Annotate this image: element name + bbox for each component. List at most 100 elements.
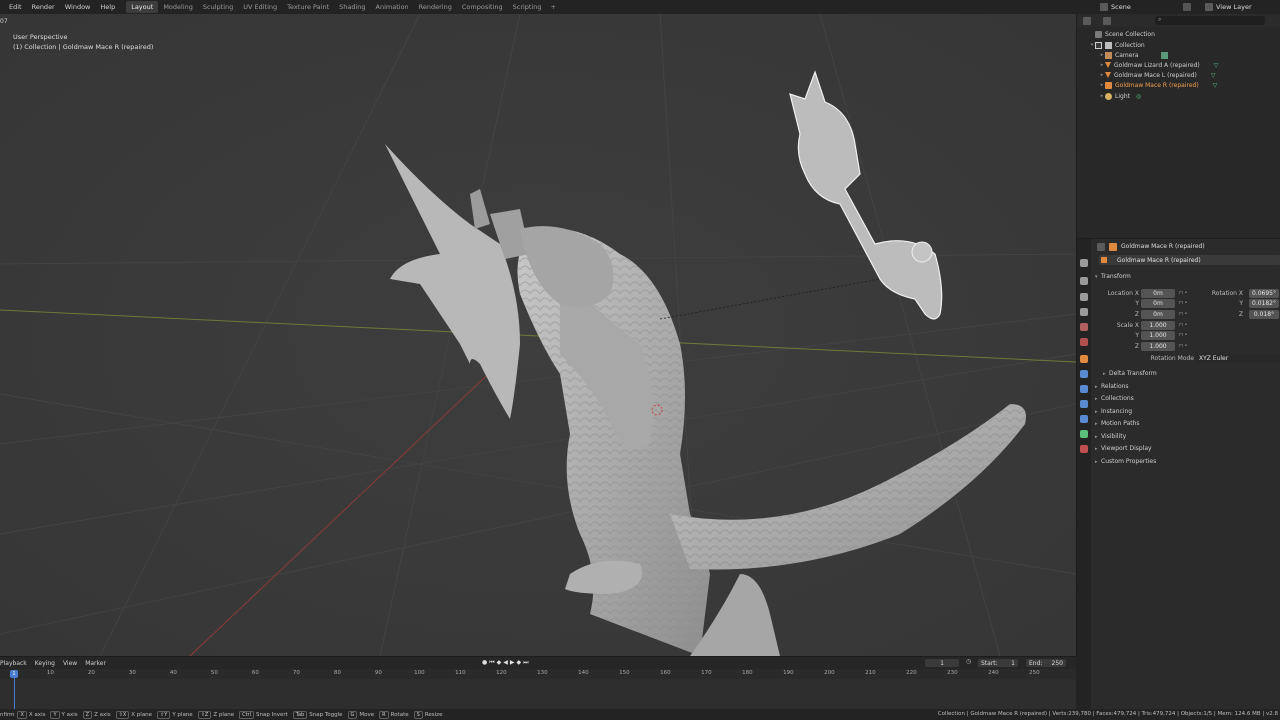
properties-header: Goldmaw Mace R (repaired)	[1097, 241, 1205, 252]
tab-compositing[interactable]: Compositing	[457, 1, 508, 13]
editor-type-icon[interactable]	[1097, 242, 1105, 251]
constraints-tab-icon[interactable]	[1080, 415, 1088, 423]
rotation-x-label: Rotation X	[1211, 290, 1243, 297]
scene-selector[interactable]: Scene	[1100, 1, 1190, 13]
panel-relations[interactable]: ▸ Relations	[1095, 383, 1129, 390]
jump-end-icon[interactable]: ⏭	[523, 659, 528, 667]
add-workspace-button[interactable]: +	[547, 3, 560, 11]
panel-delta-transform[interactable]: ▸ Delta Transform	[1103, 370, 1157, 377]
lock-icon[interactable]: ⊓ •	[1179, 300, 1187, 306]
view-layer-name: View Layer	[1216, 3, 1252, 11]
view-layer-tab-icon[interactable]	[1080, 308, 1088, 316]
panel-instancing[interactable]: ▸ Instancing	[1095, 408, 1132, 415]
outliner-item-camera[interactable]: ▸ Camera	[1099, 50, 1171, 61]
timeline-ruler[interactable]: 10 20 30 40 50 60 70 80 90 100 110 120 130 140 150 160 1…	[0, 669, 1076, 679]
lock-icon[interactable]: ⊓ •	[1179, 343, 1187, 349]
menu-render[interactable]: Render	[27, 0, 60, 14]
scene-tab-icon[interactable]	[1080, 323, 1088, 331]
clock-icon[interactable]: ◷	[966, 658, 971, 665]
material-tab-icon[interactable]	[1080, 445, 1088, 453]
tool-tab-icon[interactable]	[1080, 259, 1088, 267]
menu-view[interactable]: View	[59, 660, 81, 667]
menu-keying[interactable]: Keying	[31, 660, 59, 667]
tab-rendering[interactable]: Rendering	[414, 1, 457, 13]
editor-type-icon[interactable]	[1083, 16, 1091, 25]
checkbox-icon[interactable]	[1095, 41, 1102, 49]
rotation-x-field[interactable]: 0.0695°	[1249, 289, 1279, 298]
world-tab-icon[interactable]	[1080, 338, 1088, 346]
location-y-field[interactable]: 0m	[1141, 299, 1175, 308]
panel-motion-paths[interactable]: ▸ Motion Paths	[1095, 420, 1140, 427]
top-bar: Edit Render Window Help Layout Modeling …	[0, 0, 1280, 14]
prev-key-icon[interactable]: ◆	[497, 659, 502, 667]
rotation-y-field[interactable]: 0.0182°	[1249, 299, 1279, 308]
outliner-collection[interactable]: ▾ Collection	[1089, 40, 1145, 51]
scale-z-field[interactable]: 1.000	[1141, 342, 1175, 351]
outliner-item-mace-l[interactable]: ▸ Goldmaw Mace L (repaired) ▽	[1099, 70, 1216, 81]
menu-edit[interactable]: Edit	[4, 0, 27, 14]
object-tab-icon[interactable]	[1080, 355, 1088, 363]
lock-icon[interactable]: ⊓ •	[1179, 322, 1187, 328]
3d-viewport[interactable]: 07 User Perspective (1) Collection | Gol…	[0, 14, 1076, 656]
tab-texture-paint[interactable]: Texture Paint	[282, 1, 334, 13]
data-tab-icon[interactable]	[1080, 430, 1088, 438]
start-frame-field[interactable]: Start: 1	[978, 659, 1018, 667]
tab-scripting[interactable]: Scripting	[508, 1, 547, 13]
physics-tab-icon[interactable]	[1080, 400, 1088, 408]
scale-y-field[interactable]: 1.000	[1141, 331, 1175, 340]
output-tab-icon[interactable]	[1080, 293, 1088, 301]
menu-window[interactable]: Window	[60, 0, 96, 14]
object-icon	[1101, 257, 1107, 263]
record-icon[interactable]: ●	[482, 659, 487, 667]
play-icon[interactable]: ▶	[510, 659, 515, 667]
jump-start-icon[interactable]: ⏮	[489, 659, 494, 667]
mesh-object-icon	[1105, 81, 1112, 89]
outliner-item-lizard[interactable]: ▸ Goldmaw Lizard A (repaired) ▽	[1099, 60, 1219, 71]
scale-x-field[interactable]: 1.000	[1141, 321, 1175, 330]
panel-viewport-display[interactable]: ▸ Viewport Display	[1095, 445, 1152, 452]
timeline[interactable]: 10 20 30 40 50 60 70 80 90 100 110 120 130 140 150 160 1…	[0, 669, 1076, 709]
rotation-z-field[interactable]: 0.018°	[1249, 310, 1279, 319]
lock-icon[interactable]: ⊓ •	[1179, 332, 1187, 338]
play-reverse-icon[interactable]: ◀	[503, 659, 508, 667]
tab-animation[interactable]: Animation	[371, 1, 414, 13]
menu-playback[interactable]: Playback	[0, 660, 31, 667]
tab-uv-editing[interactable]: UV Editing	[238, 1, 282, 13]
modifier-tab-icon[interactable]	[1080, 370, 1088, 378]
panel-collections[interactable]: ▸ Collections	[1095, 395, 1134, 402]
view-layer-selector[interactable]: View Layer	[1205, 1, 1280, 13]
outliner-item-mace-r[interactable]: ▸ Goldmaw Mace R (repaired) ▽	[1099, 80, 1217, 91]
timeline-tick: 100	[414, 670, 425, 676]
panel-visibility[interactable]: ▸ Visibility	[1095, 433, 1126, 440]
next-key-icon[interactable]: ◆	[517, 659, 522, 667]
timeline-tick: 10	[46, 670, 54, 676]
timeline-tick: 140	[578, 670, 589, 676]
tab-sculpting[interactable]: Sculpting	[198, 1, 238, 13]
lock-icon[interactable]: ⊓ •	[1179, 311, 1187, 317]
rotation-mode-dropdown[interactable]: XYZ Euler	[1196, 354, 1280, 363]
panel-transform[interactable]: ▾ Transform	[1095, 273, 1131, 280]
location-x-field[interactable]: 0m	[1141, 289, 1175, 298]
playhead[interactable]: 1	[10, 670, 18, 678]
panel-custom-properties[interactable]: ▸ Custom Properties	[1095, 458, 1156, 465]
keymap-hint: Tab Snap Toggle	[292, 710, 343, 719]
tab-layout[interactable]: Layout	[126, 1, 159, 13]
menu-help[interactable]: Help	[95, 0, 120, 14]
outliner-item-light[interactable]: ▸ Light ◎	[1099, 91, 1141, 102]
display-mode-icon[interactable]	[1103, 16, 1111, 25]
object-name-field[interactable]: Goldmaw Mace R (repaired)	[1099, 255, 1280, 265]
lock-icon[interactable]: ⊓ •	[1179, 290, 1187, 296]
outliner-scene-collection[interactable]: Scene Collection	[1095, 29, 1155, 40]
outliner-search-input[interactable]: ⌕	[1155, 16, 1265, 25]
particles-tab-icon[interactable]	[1080, 385, 1088, 393]
tab-shading[interactable]: Shading	[334, 1, 370, 13]
mesh-object-icon	[1105, 72, 1111, 79]
tab-modeling[interactable]: Modeling	[158, 1, 198, 13]
location-z-field[interactable]: 0m	[1141, 310, 1175, 319]
current-frame-field[interactable]: 1	[925, 659, 959, 667]
end-frame-field[interactable]: End: 250	[1026, 659, 1066, 667]
item-label: Camera	[1115, 51, 1139, 59]
render-tab-icon[interactable]	[1080, 277, 1088, 285]
menu-marker[interactable]: Marker	[81, 660, 110, 667]
new-scene-icon[interactable]	[1183, 3, 1191, 11]
